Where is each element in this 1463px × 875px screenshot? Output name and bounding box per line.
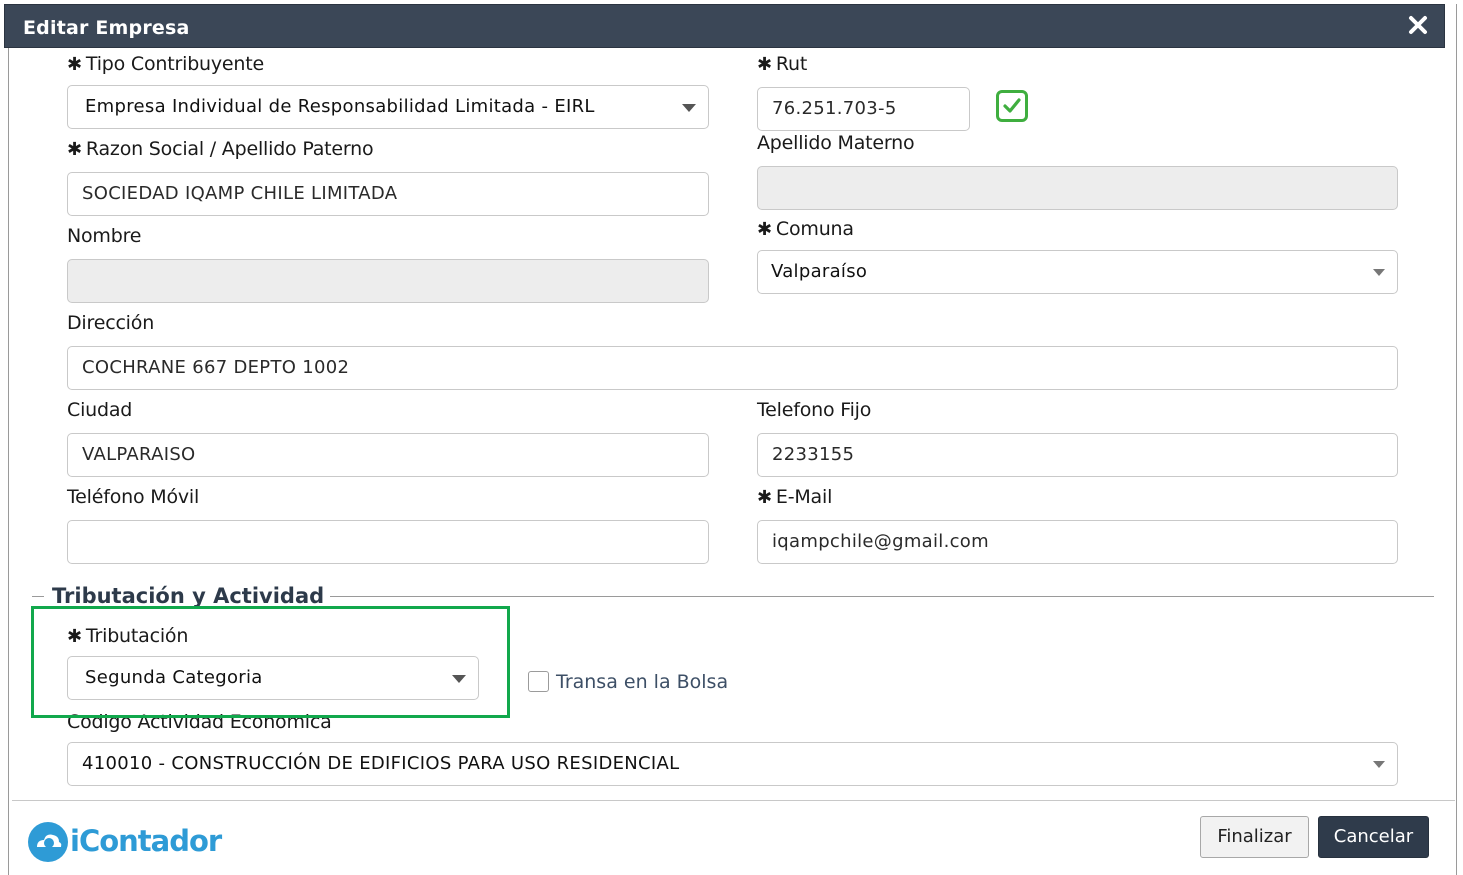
tributacion-value: Segunda Categoria bbox=[85, 667, 263, 688]
razon-social-label-text: Razon Social / Apellido Paterno bbox=[85, 138, 374, 160]
tipo-contribuyente-value: Empresa Individual de Responsabilidad Li… bbox=[85, 96, 595, 117]
transa-bolsa-label[interactable]: Transa en la Bolsa bbox=[556, 671, 728, 693]
footer-divider bbox=[12, 800, 1455, 801]
telefono-movil-input[interactable] bbox=[67, 520, 709, 564]
required-marker: ✱ bbox=[67, 139, 82, 160]
cancelar-button[interactable]: Cancelar bbox=[1318, 816, 1429, 858]
ciudad-input[interactable]: VALPARAISO bbox=[67, 433, 709, 477]
rut-label: ✱ Rut bbox=[757, 53, 807, 75]
razon-social-input[interactable]: SOCIEDAD IQAMP CHILE LIMITADA bbox=[67, 172, 709, 216]
dialog-title: Editar Empresa bbox=[23, 17, 190, 39]
required-marker: ✱ bbox=[67, 54, 82, 75]
codigo-actividad-value: 410010 - CONSTRUCCIÓN DE EDIFICIOS PARA … bbox=[82, 753, 680, 774]
razon-social-label: ✱ Razon Social / Apellido Paterno bbox=[67, 138, 374, 160]
email-label: ✱ E-Mail bbox=[757, 486, 832, 508]
close-icon[interactable] bbox=[1406, 13, 1430, 37]
cloud-logo-icon bbox=[28, 822, 68, 862]
ciudad-label: Ciudad bbox=[67, 399, 133, 421]
tributacion-label: ✱ Tributación bbox=[67, 625, 188, 647]
direccion-value: COCHRANE 667 DEPTO 1002 bbox=[82, 357, 350, 378]
check-square-icon bbox=[996, 90, 1028, 122]
codigo-actividad-label: Codigo Actividad Economica bbox=[67, 711, 332, 733]
comuna-label: ✱ Comuna bbox=[757, 218, 854, 240]
telefono-fijo-value: 2233155 bbox=[772, 444, 855, 465]
section-divider-right bbox=[308, 596, 1434, 597]
telefono-movil-label: Teléfono Móvil bbox=[67, 486, 200, 508]
email-value: iqampchile@gmail.com bbox=[772, 531, 989, 552]
logo-text: iContador bbox=[70, 824, 222, 858]
tipo-contribuyente-select[interactable]: Empresa Individual de Responsabilidad Li… bbox=[67, 85, 709, 129]
codigo-actividad-select[interactable]: 410010 - CONSTRUCCIÓN DE EDIFICIOS PARA … bbox=[67, 742, 1398, 786]
tipo-contribuyente-label-text: Tipo Contribuyente bbox=[85, 53, 265, 75]
comuna-label-text: Comuna bbox=[775, 218, 854, 240]
chevron-down-icon bbox=[452, 675, 466, 683]
apellido-materno-input[interactable] bbox=[757, 166, 1398, 210]
chevron-down-icon bbox=[1373, 269, 1385, 276]
rut-value: 76.251.703-5 bbox=[772, 98, 897, 119]
required-marker: ✱ bbox=[757, 487, 772, 508]
section-divider-left bbox=[32, 596, 44, 597]
comuna-select[interactable]: Valparaíso bbox=[757, 250, 1398, 294]
email-input[interactable]: iqampchile@gmail.com bbox=[757, 520, 1398, 564]
direccion-input[interactable]: COCHRANE 667 DEPTO 1002 bbox=[67, 346, 1398, 390]
rut-input[interactable]: 76.251.703-5 bbox=[757, 87, 970, 131]
comuna-value: Valparaíso bbox=[771, 261, 868, 282]
required-marker: ✱ bbox=[67, 626, 82, 647]
chevron-down-icon bbox=[682, 104, 696, 112]
direccion-label: Dirección bbox=[67, 312, 155, 334]
razon-social-value: SOCIEDAD IQAMP CHILE LIMITADA bbox=[82, 183, 398, 204]
finalizar-button[interactable]: Finalizar bbox=[1200, 816, 1309, 858]
tributacion-select[interactable]: Segunda Categoria bbox=[67, 656, 479, 700]
section-title: Tributación y Actividad bbox=[52, 584, 331, 608]
dialog-titlebar: Editar Empresa bbox=[4, 4, 1445, 48]
ciudad-value: VALPARAISO bbox=[82, 444, 196, 465]
telefono-fijo-label: Telefono Fijo bbox=[757, 399, 872, 421]
chevron-down-icon bbox=[1373, 761, 1385, 768]
required-marker: ✱ bbox=[757, 219, 772, 240]
required-marker: ✱ bbox=[757, 54, 772, 75]
email-label-text: E-Mail bbox=[775, 486, 833, 508]
transa-bolsa-checkbox[interactable] bbox=[528, 671, 549, 692]
rut-label-text: Rut bbox=[775, 53, 808, 75]
tributacion-label-text: Tributación bbox=[85, 625, 189, 647]
nombre-input[interactable] bbox=[67, 259, 709, 303]
telefono-fijo-input[interactable]: 2233155 bbox=[757, 433, 1398, 477]
tipo-contribuyente-label: ✱ Tipo Contribuyente bbox=[67, 53, 264, 75]
nombre-label: Nombre bbox=[67, 225, 142, 247]
apellido-materno-label: Apellido Materno bbox=[757, 132, 915, 154]
